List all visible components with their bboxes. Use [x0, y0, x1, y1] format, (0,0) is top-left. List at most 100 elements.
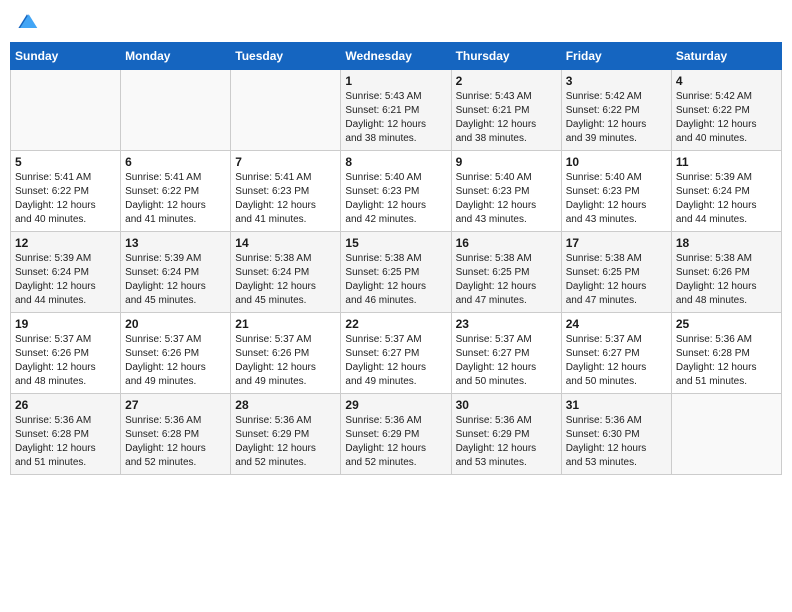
- calendar-header-row: SundayMondayTuesdayWednesdayThursdayFrid…: [11, 43, 782, 70]
- day-number: 23: [456, 317, 557, 331]
- day-number: 12: [15, 236, 116, 250]
- calendar-cell: 18 Sunrise: 5:38 AM Sunset: 6:26 PM Dayli…: [671, 232, 781, 313]
- day-number: 18: [676, 236, 777, 250]
- calendar-cell: 6 Sunrise: 5:41 AM Sunset: 6:22 PM Daylig…: [121, 151, 231, 232]
- day-number: 10: [566, 155, 667, 169]
- day-number: 30: [456, 398, 557, 412]
- day-number: 21: [235, 317, 336, 331]
- day-number: 19: [15, 317, 116, 331]
- calendar-cell: 26Sunrise: 5:36 AM Sunset: 6:28 PM Dayli…: [11, 394, 121, 475]
- day-info: Sunrise: 5:37 AM Sunset: 6:27 PM Dayligh…: [345, 333, 446, 389]
- calendar-cell: 28 Sunrise: 5:36 AM Sunset: 6:29 PM Dayli…: [231, 394, 341, 475]
- calendar-cell: 17 Sunrise: 5:38 AM Sunset: 6:25 PM Dayli…: [561, 232, 671, 313]
- calendar-cell: 4Sunrise: 5:42 AM Sunset: 6:22 PM Daylig…: [671, 70, 781, 151]
- day-info: Sunrise: 5:38 AM Sunset: 6:25 PM Dayligh…: [566, 252, 667, 308]
- col-header-tuesday: Tuesday: [231, 43, 341, 70]
- day-number: 20: [125, 317, 226, 331]
- day-info: Sunrise: 5:40 AM Sunset: 6:23 PM Dayligh…: [456, 171, 557, 227]
- calendar-table: SundayMondayTuesdayWednesdayThursdayFrid…: [10, 42, 782, 475]
- day-info: Sunrise: 5:37 AM Sunset: 6:26 PM Dayligh…: [15, 333, 116, 389]
- day-number: 3: [566, 74, 667, 88]
- calendar-cell: 30 Sunrise: 5:36 AM Sunset: 6:29 PM Dayli…: [451, 394, 561, 475]
- calendar-cell: 8 Sunrise: 5:40 AM Sunset: 6:23 PM Daylig…: [341, 151, 451, 232]
- calendar-cell: [11, 70, 121, 151]
- calendar-cell: 15 Sunrise: 5:38 AM Sunset: 6:25 PM Dayli…: [341, 232, 451, 313]
- calendar-cell: 2 Sunrise: 5:43 AM Sunset: 6:21 PM Daylig…: [451, 70, 561, 151]
- col-header-sunday: Sunday: [11, 43, 121, 70]
- calendar-week-row: 26 Sunrise: 5:36 AM Sunset: 6:28 PM Dayli…: [11, 394, 782, 475]
- day-info: Sunrise: 5:36 AM Sunset: 6:28 PM Dayligh…: [125, 414, 226, 470]
- day-info: Sunrise: 5:43 AM Sunset: 6:21 PM Dayligh…: [345, 90, 446, 146]
- day-info: Sunrise: 5:36 AM Sunset: 6:29 PM Dayligh…: [345, 414, 446, 470]
- col-header-thursday: Thursday: [451, 43, 561, 70]
- calendar-cell: 13Sunrise: 5:39 AM Sunset: 6:24 PM Dayli…: [121, 232, 231, 313]
- day-info: Sunrise: 5:37 AM Sunset: 6:27 PM Dayligh…: [566, 333, 667, 389]
- calendar-cell: 25 Sunrise: 5:36 AM Sunset: 6:28 PM Dayli…: [671, 313, 781, 394]
- col-header-monday: Monday: [121, 43, 231, 70]
- day-info: Sunrise: 5:39 AM Sunset: 6:24 PM Dayligh…: [676, 171, 777, 227]
- col-header-saturday: Saturday: [671, 43, 781, 70]
- day-info: Sunrise: 5:38 AM Sunset: 6:25 PM Dayligh…: [345, 252, 446, 308]
- calendar-cell: 3 Sunrise: 5:42 AM Sunset: 6:22 PM Daylig…: [561, 70, 671, 151]
- day-number: 14: [235, 236, 336, 250]
- day-info: Sunrise: 5:41 AM Sunset: 6:22 PM Dayligh…: [125, 171, 226, 227]
- day-number: 5: [15, 155, 116, 169]
- day-number: 11: [676, 155, 777, 169]
- calendar-cell: 5Sunrise: 5:41 AM Sunset: 6:22 PM Daylig…: [11, 151, 121, 232]
- calendar-cell: 20 Sunrise: 5:37 AM Sunset: 6:26 PM Dayli…: [121, 313, 231, 394]
- calendar-cell: 23 Sunrise: 5:37 AM Sunset: 6:27 PM Dayli…: [451, 313, 561, 394]
- day-info: Sunrise: 5:38 AM Sunset: 6:26 PM Dayligh…: [676, 252, 777, 308]
- day-number: 2: [456, 74, 557, 88]
- day-info: Sunrise: 5:36 AM Sunset: 6:30 PM Dayligh…: [566, 414, 667, 470]
- day-info: Sunrise: 5:37 AM Sunset: 6:27 PM Dayligh…: [456, 333, 557, 389]
- day-number: 15: [345, 236, 446, 250]
- day-info: Sunrise: 5:43 AM Sunset: 6:21 PM Dayligh…: [456, 90, 557, 146]
- calendar-week-row: 5 Sunrise: 5:41 AM Sunset: 6:22 PM Daylig…: [11, 151, 782, 232]
- calendar-week-row: 1 Sunrise: 5:43 AM Sunset: 6:21 PM Daylig…: [11, 70, 782, 151]
- calendar-cell: 16 Sunrise: 5:38 AM Sunset: 6:25 PM Dayli…: [451, 232, 561, 313]
- day-number: 28: [235, 398, 336, 412]
- day-info: Sunrise: 5:38 AM Sunset: 6:25 PM Dayligh…: [456, 252, 557, 308]
- day-number: 31: [566, 398, 667, 412]
- day-info: Sunrise: 5:42 AM Sunset: 6:22 PM Dayligh…: [676, 90, 777, 146]
- calendar-cell: 31 Sunrise: 5:36 AM Sunset: 6:30 PM Dayli…: [561, 394, 671, 475]
- page-header: [10, 10, 782, 34]
- day-number: 6: [125, 155, 226, 169]
- day-info: Sunrise: 5:36 AM Sunset: 6:29 PM Dayligh…: [456, 414, 557, 470]
- calendar-cell: 10Sunrise: 5:40 AM Sunset: 6:23 PM Dayli…: [561, 151, 671, 232]
- calendar-cell: 22 Sunrise: 5:37 AM Sunset: 6:27 PM Dayli…: [341, 313, 451, 394]
- calendar-cell: 24 Sunrise: 5:37 AM Sunset: 6:27 PM Dayli…: [561, 313, 671, 394]
- day-number: 16: [456, 236, 557, 250]
- day-number: 24: [566, 317, 667, 331]
- day-info: Sunrise: 5:41 AM Sunset: 6:23 PM Dayligh…: [235, 171, 336, 227]
- day-number: 1: [345, 74, 446, 88]
- day-number: 9: [456, 155, 557, 169]
- calendar-cell: 27Sunrise: 5:36 AM Sunset: 6:28 PM Dayli…: [121, 394, 231, 475]
- logo-text: [14, 10, 40, 34]
- calendar-cell: 7Sunrise: 5:41 AM Sunset: 6:23 PM Daylig…: [231, 151, 341, 232]
- day-number: 26: [15, 398, 116, 412]
- logo: [14, 10, 40, 34]
- day-number: 29: [345, 398, 446, 412]
- calendar-cell: 21 Sunrise: 5:37 AM Sunset: 6:26 PM Dayli…: [231, 313, 341, 394]
- calendar-cell: [231, 70, 341, 151]
- calendar-cell: 9 Sunrise: 5:40 AM Sunset: 6:23 PM Daylig…: [451, 151, 561, 232]
- col-header-friday: Friday: [561, 43, 671, 70]
- calendar-week-row: 19 Sunrise: 5:37 AM Sunset: 6:26 PM Dayli…: [11, 313, 782, 394]
- day-info: Sunrise: 5:37 AM Sunset: 6:26 PM Dayligh…: [235, 333, 336, 389]
- day-number: 17: [566, 236, 667, 250]
- day-number: 8: [345, 155, 446, 169]
- day-info: Sunrise: 5:36 AM Sunset: 6:28 PM Dayligh…: [676, 333, 777, 389]
- calendar-cell: 1 Sunrise: 5:43 AM Sunset: 6:21 PM Daylig…: [341, 70, 451, 151]
- day-info: Sunrise: 5:37 AM Sunset: 6:26 PM Dayligh…: [125, 333, 226, 389]
- day-info: Sunrise: 5:36 AM Sunset: 6:29 PM Dayligh…: [235, 414, 336, 470]
- day-number: 25: [676, 317, 777, 331]
- day-info: Sunrise: 5:40 AM Sunset: 6:23 PM Dayligh…: [345, 171, 446, 227]
- day-number: 22: [345, 317, 446, 331]
- calendar-cell: 19 Sunrise: 5:37 AM Sunset: 6:26 PM Dayli…: [11, 313, 121, 394]
- day-info: Sunrise: 5:38 AM Sunset: 6:24 PM Dayligh…: [235, 252, 336, 308]
- calendar-cell: 12Sunrise: 5:39 AM Sunset: 6:24 PM Dayli…: [11, 232, 121, 313]
- calendar-cell: 11 Sunrise: 5:39 AM Sunset: 6:24 PM Dayli…: [671, 151, 781, 232]
- day-info: Sunrise: 5:39 AM Sunset: 6:24 PM Dayligh…: [125, 252, 226, 308]
- day-info: Sunrise: 5:42 AM Sunset: 6:22 PM Dayligh…: [566, 90, 667, 146]
